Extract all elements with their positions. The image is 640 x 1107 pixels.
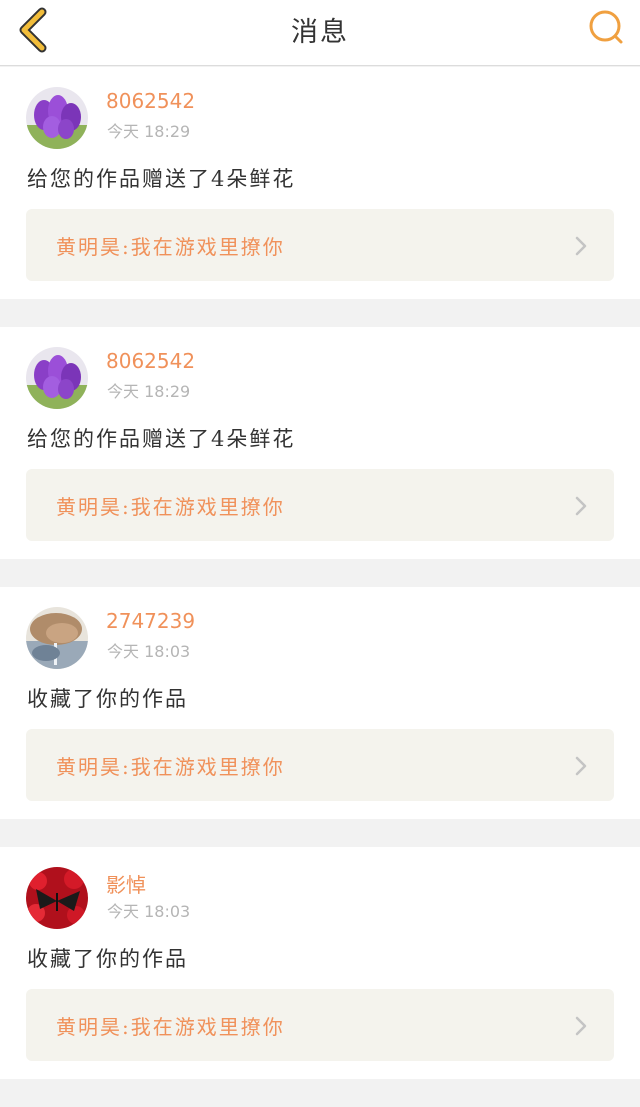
avatar[interactable] <box>26 347 88 409</box>
chevron-right-icon <box>575 236 587 256</box>
message-card: 影悼 今天 18:03 收藏了你的作品 黄明昊:我在游戏里撩你 <box>0 847 640 1079</box>
chevron-right-icon <box>575 496 587 516</box>
message-card: 2747239 今天 18:03 收藏了你的作品 黄明昊:我在游戏里撩你 <box>0 587 640 819</box>
message-card: 8062542 今天 18:29 给您的作品赠送了4朵鲜花 黄明昊:我在游戏里撩… <box>0 327 640 559</box>
avatar[interactable] <box>26 607 88 669</box>
avatar[interactable] <box>26 867 88 929</box>
timestamp: 今天 18:29 <box>107 122 191 141</box>
timestamp: 今天 18:03 <box>107 642 191 661</box>
chevron-right-icon <box>575 756 587 776</box>
work-title: 黄明昊:我在游戏里撩你 <box>56 755 285 779</box>
message-text: 给您的作品赠送了4朵鲜花 <box>27 427 296 451</box>
search-icon <box>589 10 623 44</box>
work-link[interactable]: 黄明昊:我在游戏里撩你 <box>26 989 614 1061</box>
page-title: 消息 <box>291 17 349 48</box>
message-text: 收藏了你的作品 <box>27 687 188 711</box>
purple-tulips-avatar <box>26 87 88 149</box>
user-name[interactable]: 8062542 <box>106 349 195 373</box>
timestamp: 今天 18:29 <box>107 382 191 401</box>
purple-tulips-avatar <box>26 347 88 409</box>
message-card: 8062542 今天 18:29 给您的作品赠送了4朵鲜花 黄明昊:我在游戏里撩… <box>0 67 640 299</box>
message-text: 收藏了你的作品 <box>27 947 188 971</box>
search-button[interactable] <box>586 8 626 48</box>
timestamp: 今天 18:03 <box>107 902 191 921</box>
user-name[interactable]: 8062542 <box>106 89 195 113</box>
chevron-right-icon <box>575 1016 587 1036</box>
message-list: 8062542 今天 18:29 给您的作品赠送了4朵鲜花 黄明昊:我在游戏里撩… <box>0 67 640 1107</box>
work-title: 黄明昊:我在游戏里撩你 <box>56 235 285 259</box>
user-name[interactable]: 2747239 <box>106 609 195 633</box>
work-link[interactable]: 黄明昊:我在游戏里撩你 <box>26 469 614 541</box>
avatar[interactable] <box>26 87 88 149</box>
portrait-photo-avatar <box>26 607 88 669</box>
user-name[interactable]: 影悼 <box>106 869 146 898</box>
work-link[interactable]: 黄明昊:我在游戏里撩你 <box>26 729 614 801</box>
work-title: 黄明昊:我在游戏里撩你 <box>56 495 285 519</box>
red-flowers-butterfly-avatar <box>26 867 88 929</box>
top-bar: 消息 <box>0 0 640 66</box>
work-link[interactable]: 黄明昊:我在游戏里撩你 <box>26 209 614 281</box>
message-text: 给您的作品赠送了4朵鲜花 <box>27 167 296 191</box>
work-title: 黄明昊:我在游戏里撩你 <box>56 1015 285 1039</box>
